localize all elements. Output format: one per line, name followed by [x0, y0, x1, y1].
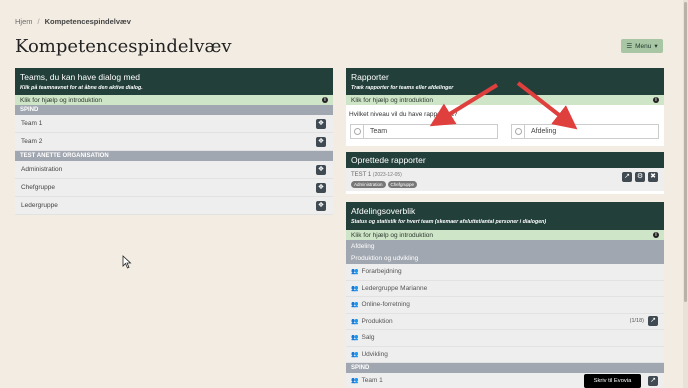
arrow-to-department	[516, 81, 578, 130]
arrow-to-team	[429, 83, 499, 127]
mouse-cursor-icon	[122, 255, 132, 269]
annotation-arrows	[429, 81, 578, 130]
